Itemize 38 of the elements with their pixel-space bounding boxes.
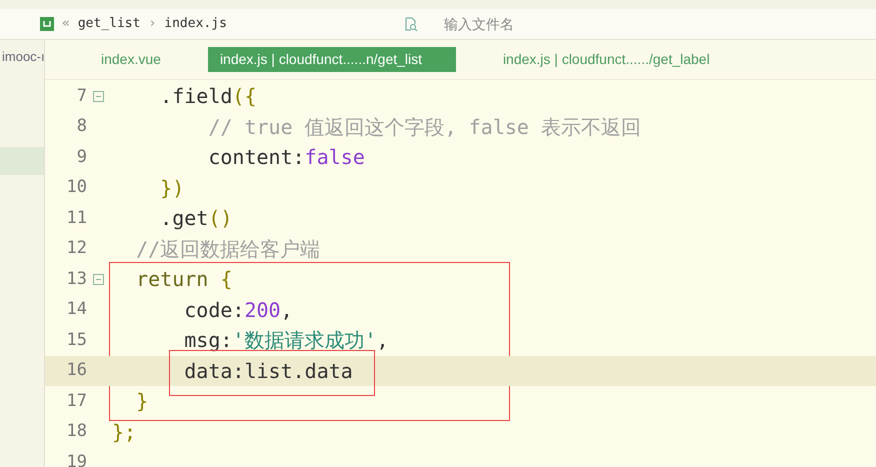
code-line: .field({ — [159, 83, 257, 110]
line-number: 12 — [66, 237, 87, 260]
code-line: }) — [159, 174, 184, 202]
line-number: 16 — [66, 359, 87, 382]
chevron-icon: › — [148, 14, 156, 34]
line-number: 19 — [66, 450, 87, 467]
line-number: 8 — [76, 115, 87, 138]
code-line: //返回数据给客户端 — [135, 236, 320, 263]
code-line: msg:'数据请求成功', — [183, 327, 389, 354]
editor-tab[interactable]: index.js | cloudfunct......n/get_list — [208, 47, 456, 72]
line-number: 13 — [66, 268, 87, 290]
line-number: 15 — [66, 328, 87, 352]
line-number: 18 — [66, 420, 87, 443]
line-number: 17 — [66, 390, 87, 412]
line-number: 7 — [76, 84, 87, 108]
fold-icon[interactable] — [93, 274, 104, 285]
line-number: 11 — [66, 206, 87, 230]
code-line: // true 值返回这个字段, false 表示不返回 — [207, 114, 641, 141]
code-line: }; — [111, 418, 136, 446]
code-line: } — [135, 388, 148, 416]
breadcrumb-link[interactable]: index.js — [164, 14, 227, 34]
code-line: return { — [135, 266, 232, 294]
tree-item[interactable]: imooc-ı — [0, 47, 44, 75]
breadcrumb-link[interactable]: get_list — [78, 14, 140, 34]
line-number: 9 — [76, 146, 87, 168]
file-search-field[interactable]: 输入文件名 — [442, 12, 642, 36]
line-number: 10 — [66, 176, 87, 199]
code-line: content:false — [207, 144, 365, 172]
editor-tab[interactable]: index.js | cloudfunct....../get_label — [490, 47, 722, 72]
chevron-icon: « — [62, 14, 70, 34]
fold-icon[interactable] — [93, 90, 104, 102]
line-number: 14 — [66, 298, 87, 321]
search-icon — [404, 17, 418, 31]
file-icon — [40, 17, 54, 31]
editor-tab[interactable]: index.vue — [89, 47, 173, 72]
code-line: .get() — [159, 205, 232, 232]
code-line: code:200, — [183, 296, 293, 324]
code-line: data:list.data — [183, 358, 353, 385]
